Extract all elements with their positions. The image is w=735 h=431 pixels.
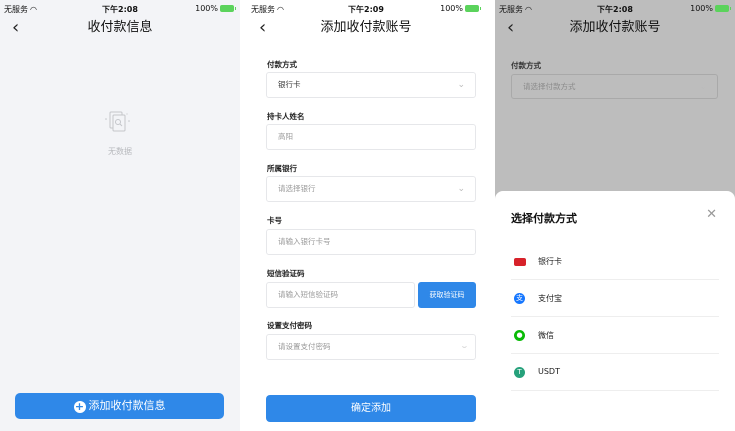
empty-data-icon bbox=[105, 111, 130, 132]
carrier-text: 无服务 bbox=[251, 5, 275, 14]
carrier-text: 无服务 bbox=[499, 5, 523, 14]
get-code-button[interactable]: 获取验证码 bbox=[418, 282, 476, 308]
pay-method-value: 银行卡 bbox=[278, 80, 301, 89]
pay-option-label: 支付宝 bbox=[538, 294, 562, 303]
payment-info-screen: 无服务 ◠ 下午2:08 100% ‹ 收付款信息 无数据 + 添加收付款信息 bbox=[0, 0, 240, 431]
card-holder-field[interactable]: 高阳 bbox=[266, 124, 476, 150]
pay-option-label: USDT bbox=[538, 367, 560, 376]
battery: 100% bbox=[440, 4, 481, 13]
add-circle-icon: + bbox=[73, 400, 86, 413]
card-holder-value: 高阳 bbox=[278, 132, 293, 141]
card-holder-label: 持卡人姓名 bbox=[267, 112, 305, 121]
page-title: 添加收付款账号 bbox=[320, 20, 412, 35]
nav-bar: ‹ 添加收付款账号 bbox=[495, 16, 735, 40]
status-time: 下午2:08 bbox=[597, 5, 633, 14]
battery: 100% bbox=[690, 4, 731, 13]
battery-icon bbox=[465, 5, 481, 12]
pay-option-wechat[interactable]: ● 微信 bbox=[511, 317, 719, 354]
carrier-text: 无服务 bbox=[4, 5, 28, 14]
battery-icon bbox=[715, 5, 731, 12]
status-time: 下午2:08 bbox=[102, 5, 138, 14]
pay-option-label: 微信 bbox=[538, 331, 554, 340]
add-button-label: 添加收付款信息 bbox=[88, 399, 166, 412]
pay-method-label: 付款方式 bbox=[267, 60, 297, 69]
page-title: 添加收付款账号 bbox=[569, 20, 661, 35]
screens: 无服务 ◠ 下午2:08 100% ‹ 收付款信息 无数据 + 添加收付款信息 无服… bbox=[0, 0, 735, 431]
wifi-icon: ◠ bbox=[277, 5, 284, 14]
status-bar: 无服务 ◠ 下午2:09 100% bbox=[247, 0, 485, 16]
card-number-placeholder: 请输入银行卡号 bbox=[278, 237, 331, 246]
pay-method-select[interactable]: 请选择付款方式 ⌄ bbox=[511, 74, 718, 99]
wifi-icon: ◠ bbox=[525, 5, 532, 14]
add-payment-info-button[interactable]: + 添加收付款信息 bbox=[15, 393, 224, 419]
wechat-icon: ● bbox=[514, 330, 525, 341]
pay-option-usdt[interactable]: T USDT bbox=[511, 354, 719, 391]
pay-method-sheet: 选择付款方式 ✕ 银行卡 支 支付宝 ● 微信 T USDT bbox=[495, 191, 735, 431]
select-pay-method-screen: 无服务 ◠ 下午2:08 100% ‹ 添加收付款账号 付款方式 请选择付款方式 ⌄… bbox=[495, 0, 735, 431]
pay-option-label: 银行卡 bbox=[538, 257, 562, 266]
carrier: 无服务 ◠ bbox=[251, 4, 284, 15]
status-bar: 无服务 ◠ 下午2:08 100% bbox=[0, 0, 240, 16]
status-bar: 无服务 ◠ 下午2:08 100% bbox=[495, 0, 735, 16]
carrier: 无服务 ◠ bbox=[4, 4, 37, 15]
nav-bar: ‹ 添加收付款账号 bbox=[247, 16, 485, 40]
battery-icon bbox=[220, 5, 236, 12]
close-icon[interactable]: ✕ bbox=[706, 207, 717, 222]
carrier: 无服务 ◠ bbox=[499, 4, 532, 15]
pay-option-alipay[interactable]: 支 支付宝 bbox=[511, 280, 719, 317]
pay-option-bank-card[interactable]: 银行卡 bbox=[511, 243, 719, 280]
bank-placeholder: 请选择银行 bbox=[278, 184, 316, 193]
status-time: 下午2:09 bbox=[348, 5, 384, 14]
pay-password-placeholder: 请设置支付密码 bbox=[278, 342, 331, 351]
page-title: 收付款信息 bbox=[87, 20, 153, 35]
sheet-title: 选择付款方式 bbox=[511, 212, 577, 225]
card-number-label: 卡号 bbox=[267, 216, 282, 225]
nav-bar: ‹ 收付款信息 bbox=[0, 16, 240, 40]
alipay-icon: 支 bbox=[514, 293, 525, 304]
pay-method-placeholder: 请选择付款方式 bbox=[523, 82, 576, 91]
sms-code-field[interactable]: 请输入短信验证码 bbox=[266, 282, 415, 308]
unionpay-icon bbox=[514, 258, 526, 266]
eye-closed-icon[interactable]: ⌣ bbox=[462, 335, 467, 359]
pay-password-label: 设置支付密码 bbox=[267, 321, 312, 330]
pay-method-select[interactable]: 银行卡 ⌄ bbox=[266, 72, 476, 98]
empty-text: 无数据 bbox=[108, 147, 132, 156]
battery: 100% bbox=[195, 4, 236, 13]
battery-text: 100% bbox=[690, 4, 713, 13]
chevron-down-icon: ⌄ bbox=[699, 82, 707, 92]
chevron-down-icon: ⌄ bbox=[457, 184, 465, 194]
chevron-down-icon: ⌄ bbox=[457, 80, 465, 90]
add-account-screen: 无服务 ◠ 下午2:09 100% ‹ 添加收付款账号 付款方式 银行卡 ⌄ 持卡人… bbox=[247, 0, 485, 431]
wifi-icon: ◠ bbox=[30, 5, 37, 14]
pay-method-label: 付款方式 bbox=[511, 61, 541, 70]
pay-password-field[interactable]: 请设置支付密码 ⌣ bbox=[266, 334, 476, 360]
confirm-add-button[interactable]: 确定添加 bbox=[266, 395, 476, 422]
battery-text: 100% bbox=[440, 4, 463, 13]
bank-select[interactable]: 请选择银行 ⌄ bbox=[266, 176, 476, 202]
card-number-field[interactable]: 请输入银行卡号 bbox=[266, 229, 476, 255]
tether-icon: T bbox=[514, 367, 525, 378]
sms-code-label: 短信验证码 bbox=[267, 269, 305, 278]
sms-code-placeholder: 请输入短信验证码 bbox=[278, 290, 338, 299]
battery-text: 100% bbox=[195, 4, 218, 13]
bank-label: 所属银行 bbox=[267, 164, 297, 173]
